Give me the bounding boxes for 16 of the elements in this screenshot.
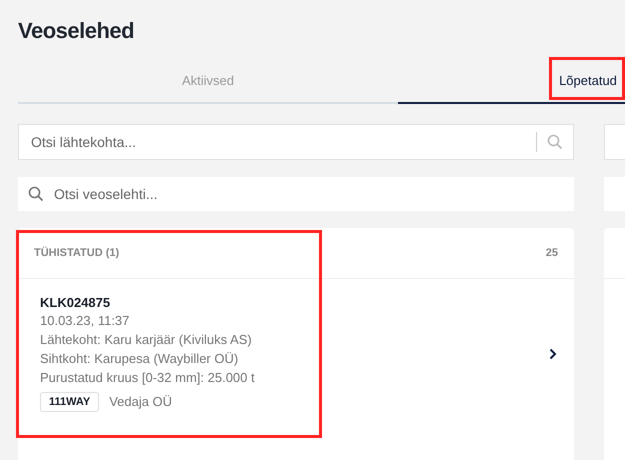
waybill-cargo: Purustatud kruus [0-32 mm]: 25.000 t bbox=[40, 370, 256, 386]
carrier-name: Vedaja OÜ bbox=[109, 394, 172, 410]
waybill-destination: Sihtkoht: Karupesa (Waybiller OÜ) bbox=[40, 351, 240, 367]
group-title: TÜHISTATUD (1) bbox=[34, 247, 120, 259]
search-field[interactable]: Otsi lähtekohta... bbox=[18, 124, 574, 160]
waybill-number: KLK024875 bbox=[40, 295, 112, 310]
tab[interactable]: Lõpetatud bbox=[398, 58, 625, 104]
chevron-right-icon[interactable] bbox=[548, 348, 558, 360]
search-icon[interactable] bbox=[547, 134, 563, 150]
waybill-datetime: 10.03.23, 11:37 bbox=[40, 313, 130, 329]
search-input[interactable]: Otsi lähtekohta... bbox=[31, 125, 526, 159]
search-icon bbox=[28, 186, 44, 202]
group-count: 25 bbox=[546, 247, 558, 259]
waybill-origin: Lähtekoht: Karu karjäär (Kiviluks AS) bbox=[40, 332, 253, 348]
vehicle-plate: 111WAY bbox=[40, 392, 100, 412]
page-title: Veoselehed bbox=[18, 18, 136, 45]
